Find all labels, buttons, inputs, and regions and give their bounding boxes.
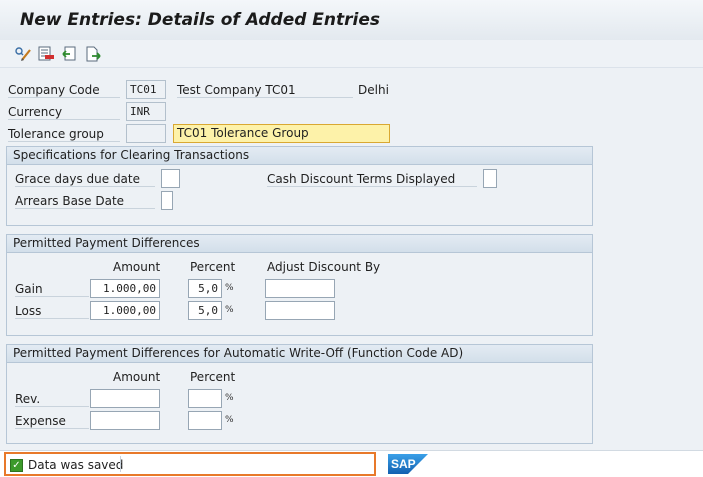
currency-field[interactable]: INR bbox=[126, 102, 166, 121]
rev-amount-field[interactable] bbox=[90, 389, 160, 408]
rev-percent-field[interactable] bbox=[188, 389, 222, 408]
clearing-group-title: Specifications for Clearing Transactions bbox=[7, 147, 592, 165]
company-code-field[interactable]: TC01 bbox=[126, 80, 166, 99]
sap-logo: SAP bbox=[388, 454, 428, 477]
loss-percent-field[interactable]: 5,0 bbox=[188, 301, 222, 320]
status-message: Data was saved bbox=[28, 458, 124, 472]
delete-row-button[interactable] bbox=[37, 45, 55, 63]
tolerance-group-field[interactable] bbox=[126, 124, 166, 143]
gain-label: Gain bbox=[15, 282, 89, 297]
clearing-specifications-group: Specifications for Clearing Transactions… bbox=[6, 146, 593, 226]
gain-amount-field[interactable]: 1.000,00 bbox=[90, 279, 160, 298]
tolerance-group-label: Tolerance group bbox=[8, 127, 120, 142]
cash-discount-terms-checkbox[interactable] bbox=[483, 169, 497, 188]
gain-adjust-discount-field[interactable] bbox=[265, 279, 335, 298]
grace-days-label: Grace days due date bbox=[15, 172, 155, 187]
expense-amount-field[interactable] bbox=[90, 411, 160, 430]
arrears-base-date-checkbox[interactable] bbox=[161, 191, 173, 210]
city-text: Delhi bbox=[358, 83, 389, 97]
writeoff-amount-column-header: Amount bbox=[113, 370, 161, 384]
expense-percent-unit: % bbox=[225, 415, 234, 425]
undo-change-icon bbox=[62, 46, 76, 61]
expense-label: Expense bbox=[15, 414, 89, 429]
status-bar: ✓ Data was saved SAP bbox=[0, 450, 703, 477]
display-change-icon bbox=[15, 47, 31, 61]
cash-discount-terms-label: Cash Discount Terms Displayed bbox=[267, 172, 477, 187]
sap-logo-text: SAP bbox=[391, 457, 416, 471]
writeoff-percent-column-header: Percent bbox=[190, 370, 236, 384]
page-title: New Entries: Details of Added Entries bbox=[20, 10, 381, 30]
adjust-discount-column-header: Adjust Discount By bbox=[267, 260, 381, 274]
expense-percent-field[interactable] bbox=[188, 411, 222, 430]
grace-days-field[interactable] bbox=[161, 169, 180, 188]
gain-percent-field[interactable]: 5,0 bbox=[188, 279, 222, 298]
percent-column-header: Percent bbox=[190, 260, 236, 274]
tolerance-group-description-field[interactable]: TC01 Tolerance Group bbox=[173, 124, 390, 143]
status-message-box[interactable]: ✓ Data was saved bbox=[4, 452, 376, 476]
main-content: Company Code TC01 Test Company TC01 Delh… bbox=[0, 68, 703, 450]
writeoff-differences-title: Permitted Payment Differences for Automa… bbox=[7, 345, 592, 363]
status-divider bbox=[120, 456, 121, 472]
rev-percent-unit: % bbox=[225, 393, 234, 403]
undo-change-button[interactable] bbox=[60, 45, 78, 63]
company-code-label: Company Code bbox=[8, 83, 120, 98]
gain-percent-unit: % bbox=[225, 283, 234, 293]
payment-differences-group: Permitted Payment Differences Amount Per… bbox=[6, 234, 593, 336]
payment-differences-title: Permitted Payment Differences bbox=[7, 235, 592, 253]
writeoff-differences-group: Permitted Payment Differences for Automa… bbox=[6, 344, 593, 444]
loss-percent-unit: % bbox=[225, 305, 234, 315]
display-change-button[interactable] bbox=[14, 45, 32, 63]
new-entry-icon bbox=[86, 46, 101, 62]
new-entry-button[interactable] bbox=[84, 45, 102, 63]
title-bar: New Entries: Details of Added Entries bbox=[0, 0, 703, 40]
loss-adjust-discount-field[interactable] bbox=[265, 301, 335, 320]
delete-row-icon bbox=[38, 46, 54, 61]
loss-amount-field[interactable]: 1.000,00 bbox=[90, 301, 160, 320]
success-check-icon: ✓ bbox=[10, 459, 23, 472]
currency-label: Currency bbox=[8, 105, 120, 120]
amount-column-header: Amount bbox=[113, 260, 161, 274]
application-toolbar bbox=[0, 40, 703, 68]
loss-label: Loss bbox=[15, 304, 89, 319]
company-name-text: Test Company TC01 bbox=[177, 83, 353, 98]
rev-label: Rev. bbox=[15, 392, 89, 407]
arrears-base-date-label: Arrears Base Date bbox=[15, 194, 155, 209]
